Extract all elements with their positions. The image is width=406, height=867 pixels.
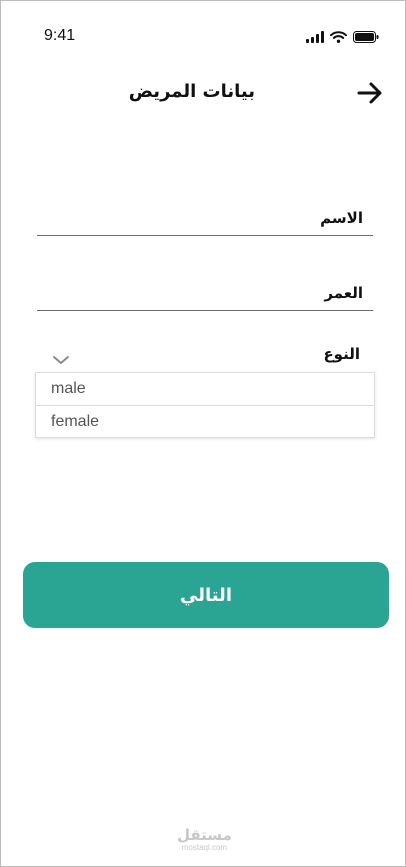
name-underline <box>37 235 373 236</box>
age-input[interactable] <box>37 278 373 308</box>
cellular-signal-icon <box>306 28 324 47</box>
chevron-down-icon <box>53 356 69 364</box>
watermark-logo: مستقل mostaql.com <box>177 827 232 852</box>
watermark-arabic: مستقل <box>177 826 232 844</box>
name-field[interactable]: الاسم <box>37 199 373 239</box>
age-underline <box>37 310 373 311</box>
arrow-right-icon <box>357 82 382 104</box>
gender-option-female[interactable]: female <box>36 405 374 437</box>
gender-label: النوع <box>323 345 360 363</box>
page-title: بيانات المريض <box>128 81 255 102</box>
wifi-icon <box>330 28 347 47</box>
phone-frame: 9:41 بيانات المريض الاسم العمر النوع mal… <box>0 0 406 867</box>
status-time: 9:41 <box>44 27 76 44</box>
gender-dropdown-toggle[interactable] <box>52 351 70 364</box>
next-button[interactable]: التالي <box>23 562 389 628</box>
back-button[interactable] <box>357 81 383 105</box>
name-input[interactable] <box>37 203 373 233</box>
gender-option-male[interactable]: male <box>36 373 374 405</box>
gender-options-list: male female <box>35 372 375 438</box>
status-icons <box>306 28 379 47</box>
watermark-latin: mostaql.com <box>181 843 228 852</box>
battery-icon <box>353 28 379 47</box>
age-field[interactable]: العمر <box>37 274 373 314</box>
